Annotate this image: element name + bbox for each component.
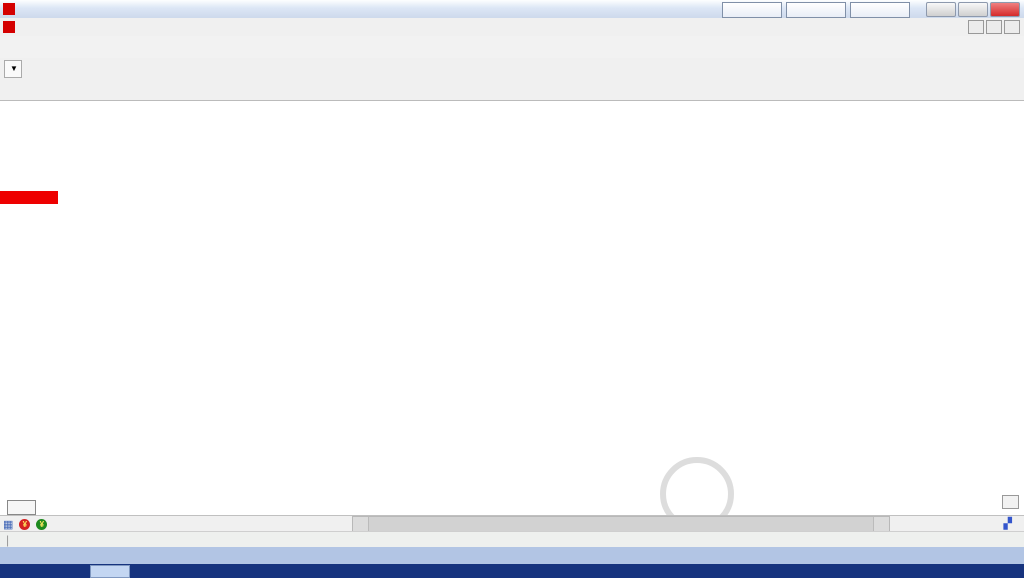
taskbar-strip [0,564,1024,578]
data-received-label: ▞ [1004,517,1014,530]
current-price-badge [0,191,58,204]
window-controls [926,2,1020,17]
chevron-down-icon: ▼ [10,64,18,73]
taskbar-button[interactable] [90,565,130,578]
collapse-pane-button[interactable] [1002,495,1019,509]
ohlc-info-row: | [0,531,1024,548]
customer-service-button[interactable] [722,2,782,18]
shenzhen-index-icon: ¥ [36,518,48,530]
restore-button[interactable] [958,2,988,17]
shanghai-index-icon: ¥ [19,518,31,530]
child-restore-button[interactable] [986,20,1002,34]
minimize-button[interactable] [926,2,956,17]
grip-handle: | [6,533,10,547]
main-toolbar [0,36,1024,59]
forum-button[interactable] [786,2,846,18]
close-button[interactable] [990,2,1020,17]
candlestick-chart[interactable] [0,101,1024,516]
child-close-button[interactable] [1004,20,1020,34]
period-dropdown[interactable]: ▼ [4,59,22,78]
child-window-controls [968,20,1020,34]
chart-legend [56,114,84,128]
horizontal-scrollbar[interactable] [352,516,890,532]
homepage-button[interactable] [850,2,910,18]
app-logo-icon [3,3,15,15]
icon-toolbar-row2 [0,79,1024,101]
menu-logo-icon [3,21,15,33]
app-window: ▼ ▦ ¥ ¥ ▞ | [0,0,1024,578]
menu-bar [0,18,1024,37]
expand-pane-button[interactable] [7,500,36,515]
chart-area[interactable] [0,100,1024,516]
scroll-right-button[interactable] [874,517,889,531]
scrollbar-thumb[interactable] [368,517,874,531]
child-minimize-button[interactable] [968,20,984,34]
scroll-left-button[interactable] [353,517,368,531]
title-link-buttons [722,2,910,18]
calendar-icon[interactable]: ▦ [3,518,13,531]
icon-toolbar-row1: ▼ [0,58,1024,80]
gann-quote-row [0,547,1024,564]
mini-chart-icon: ▞ [1003,518,1012,530]
